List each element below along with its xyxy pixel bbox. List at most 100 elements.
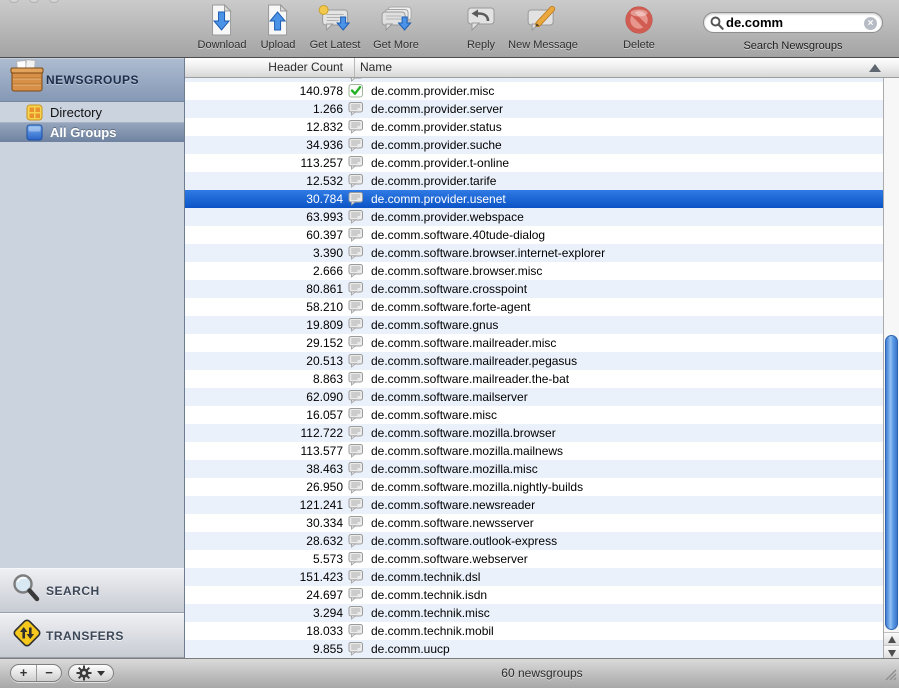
newsgroup-bubble-icon [348,462,364,476]
sidebar-item-all-groups[interactable]: All Groups [0,122,184,142]
table-row[interactable]: 9.855 de.comm.uucp [185,640,899,658]
newsgroup-bubble-icon [348,156,364,170]
bubbles-download-icon [373,4,419,38]
column-divider[interactable] [354,58,355,77]
row-count: 29.152 [185,334,343,352]
newsgroup-bubble-icon [348,624,364,638]
table-row[interactable]: 12.832 de.comm.provider.status [185,118,899,136]
bottom-bar: + − [0,658,899,688]
table-row[interactable]: 60.397 de.comm.software.40tude-dialog [185,226,899,244]
sidebar-item-directory[interactable]: Directory [0,102,184,122]
scroll-down-button[interactable] [884,645,899,658]
table-row[interactable]: 113.257 de.comm.provider.t-online [185,154,899,172]
row-name: de.comm.software.mozilla.browser [371,424,556,442]
table-row[interactable]: 26.950 de.comm.software.mozilla.nightly-… [185,478,899,496]
table-row[interactable]: 12.532 de.comm.provider.tarife [185,172,899,190]
table-row[interactable]: 63.993 de.comm.provider.webspace [185,208,899,226]
table-row[interactable]: 62.090 de.comm.software.mailserver [185,388,899,406]
column-header-name[interactable]: Name [360,58,392,77]
table-row[interactable]: 38.463 de.comm.software.mozilla.misc [185,460,899,478]
subscribed-check-icon [348,84,364,98]
search-input[interactable] [726,14,856,31]
sidebar-section-transfers[interactable]: TRANSFERS [0,613,184,658]
bubble-new-download-icon [310,4,361,38]
table-row[interactable]: 30.334 de.comm.software.newsserver [185,514,899,532]
sidebar-section-search[interactable]: SEARCH [0,568,184,613]
newsgroup-bubble-icon [348,426,364,440]
table-row[interactable]: 3.294 de.comm.technik.misc [185,604,899,622]
newsgroup-bubble-icon [348,282,364,296]
row-count: 62.090 [185,388,343,406]
get-latest-button[interactable]: Get Latest [310,4,361,51]
newsgroup-bubble-icon [348,642,364,656]
table-row[interactable]: 19.809 de.comm.software.gnus [185,316,899,334]
table-row[interactable]: 8.863 de.comm.software.mailreader.the-ba… [185,370,899,388]
sidebar-section-newsgroups[interactable]: NEWSGROUPS [0,58,184,102]
table-row[interactable]: 34.936 de.comm.provider.suche [185,136,899,154]
table-row[interactable]: 1.266 de.comm.provider.server [185,100,899,118]
table-row[interactable]: 3.390 de.comm.software.browser.internet-… [185,244,899,262]
table-row[interactable]: 58.210 de.comm.software.forte-agent [185,298,899,316]
row-count: 2.666 [185,262,343,280]
clear-search-icon[interactable]: × [864,17,877,30]
minimize-button[interactable] [28,0,40,3]
sidebar-section-label: TRANSFERS [46,629,124,643]
row-name: de.comm.software.mozilla.nightly-builds [371,478,583,496]
table-row[interactable]: 140.978 de.comm.provider.misc [185,82,899,100]
newsgroup-bubble-icon [348,606,364,620]
row-count: 24.697 [185,586,343,604]
row-count: 12.832 [185,118,343,136]
document-download-icon [198,4,247,38]
table-row[interactable]: 18.033 de.comm.technik.mobil [185,622,899,640]
status-text: 60 newsgroups [185,659,899,688]
search-field[interactable]: × [703,12,883,33]
upload-button[interactable]: Upload [261,4,296,51]
table-row[interactable]: 80.861 de.comm.software.crosspoint [185,280,899,298]
row-name: de.comm.technik.mobil [371,622,494,640]
table-row[interactable]: 121.241 de.comm.software.newsreader [185,496,899,514]
table-row[interactable]: 5.573 de.comm.software.webserver [185,550,899,568]
close-button[interactable] [8,0,20,3]
table-row[interactable]: 30.784 de.comm.provider.usenet [185,190,899,208]
row-count: 16.057 [185,406,343,424]
newsgroup-bubble-icon [348,588,364,602]
row-count: 3.294 [185,604,343,622]
scroll-up-button[interactable] [884,632,899,645]
action-menu-button[interactable] [68,664,114,682]
add-remove-group: + − [10,664,62,682]
get-more-button[interactable]: Get More [373,4,419,51]
row-count: 113.257 [185,154,343,172]
download-label: Download [198,39,247,51]
newsgroup-list: Header Count Name 140.978 [185,58,899,658]
resize-grip[interactable] [884,668,897,686]
zoom-button[interactable] [48,0,60,3]
row-name: de.comm.provider.suche [371,136,502,154]
add-group-button[interactable]: + [11,665,36,681]
row-count: 5.573 [185,550,343,568]
upload-label: Upload [261,39,296,51]
table-row[interactable]: 113.577 de.comm.software.mozilla.mailnew… [185,442,899,460]
remove-group-button[interactable]: − [36,665,61,681]
vertical-scrollbar[interactable] [883,78,899,658]
table-row[interactable]: 24.697 de.comm.technik.isdn [185,586,899,604]
table-row[interactable]: 2.666 de.comm.software.browser.misc [185,262,899,280]
row-name: de.comm.software.browser.misc [371,262,542,280]
table-row[interactable]: 29.152 de.comm.software.mailreader.misc [185,334,899,352]
newsgroup-bubble-icon [348,138,364,152]
new-message-button[interactable]: New Message [508,4,578,51]
row-name: de.comm.provider.usenet [371,190,506,208]
table-row[interactable]: 16.057 de.comm.software.misc [185,406,899,424]
table-row[interactable]: 112.722 de.comm.software.mozilla.browser [185,424,899,442]
table-row[interactable]: 151.423 de.comm.technik.dsl [185,568,899,586]
newsgroup-bubble-icon [348,354,364,368]
directory-grid-icon [26,104,44,121]
reply-button[interactable]: Reply [466,4,496,51]
scrollbar-thumb[interactable] [885,335,898,630]
row-count: 113.577 [185,442,343,460]
table-row[interactable]: 20.513 de.comm.software.mailreader.pegas… [185,352,899,370]
table-row[interactable]: 28.632 de.comm.software.outlook-express [185,532,899,550]
row-count: 1.266 [185,100,343,118]
download-button[interactable]: Download [198,4,247,51]
column-header-header-count[interactable]: Header Count [185,58,343,77]
delete-button[interactable]: Delete [623,4,655,51]
